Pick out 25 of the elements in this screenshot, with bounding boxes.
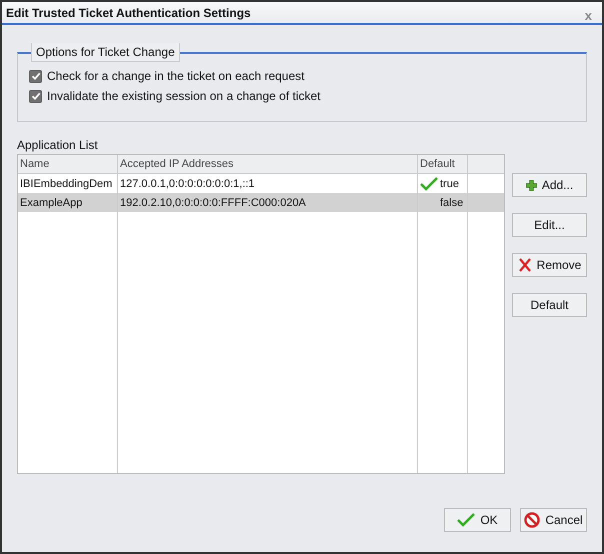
column-header[interactable]: Default (418, 155, 468, 173)
column-header[interactable]: Accepted IP Addresses (118, 155, 418, 173)
option-label: Invalidate the existing session on a change of ticket (47, 89, 321, 103)
checkbox[interactable] (29, 70, 42, 82)
section-label: Application List (17, 137, 99, 154)
table-cell: ExampleApp (18, 193, 118, 212)
window-title: Edit Trusted Ticket Authentication Settings (6, 6, 251, 20)
cancel-button[interactable]: Cancel (520, 508, 587, 532)
no-entry-icon (524, 512, 540, 528)
ok-button[interactable]: OK (444, 508, 511, 532)
table-cell: true (440, 178, 459, 190)
table-cell: 192.0.2.10,0:0:0:0:0:FFFF:C000:020A (118, 193, 418, 212)
group-title: Options for Ticket Change (31, 43, 180, 62)
plus-icon (526, 180, 537, 190)
x-icon (518, 258, 532, 272)
table-cell: false (440, 196, 464, 208)
table-row[interactable]: ExampleApp 192.0.2.10,0:0:0:0:0:FFFF:C000:020A false (18, 193, 504, 212)
check-icon (457, 513, 476, 527)
option-label: Check for a change in the ticket on each request (47, 69, 304, 83)
checkbox[interactable] (29, 90, 42, 102)
remove-button[interactable]: Remove (512, 253, 587, 277)
action-button[interactable]: Default (512, 293, 587, 317)
column-header[interactable]: Name (18, 155, 118, 173)
action-button[interactable]: Edit... (512, 213, 587, 237)
add-button[interactable]: Add... (512, 173, 587, 197)
